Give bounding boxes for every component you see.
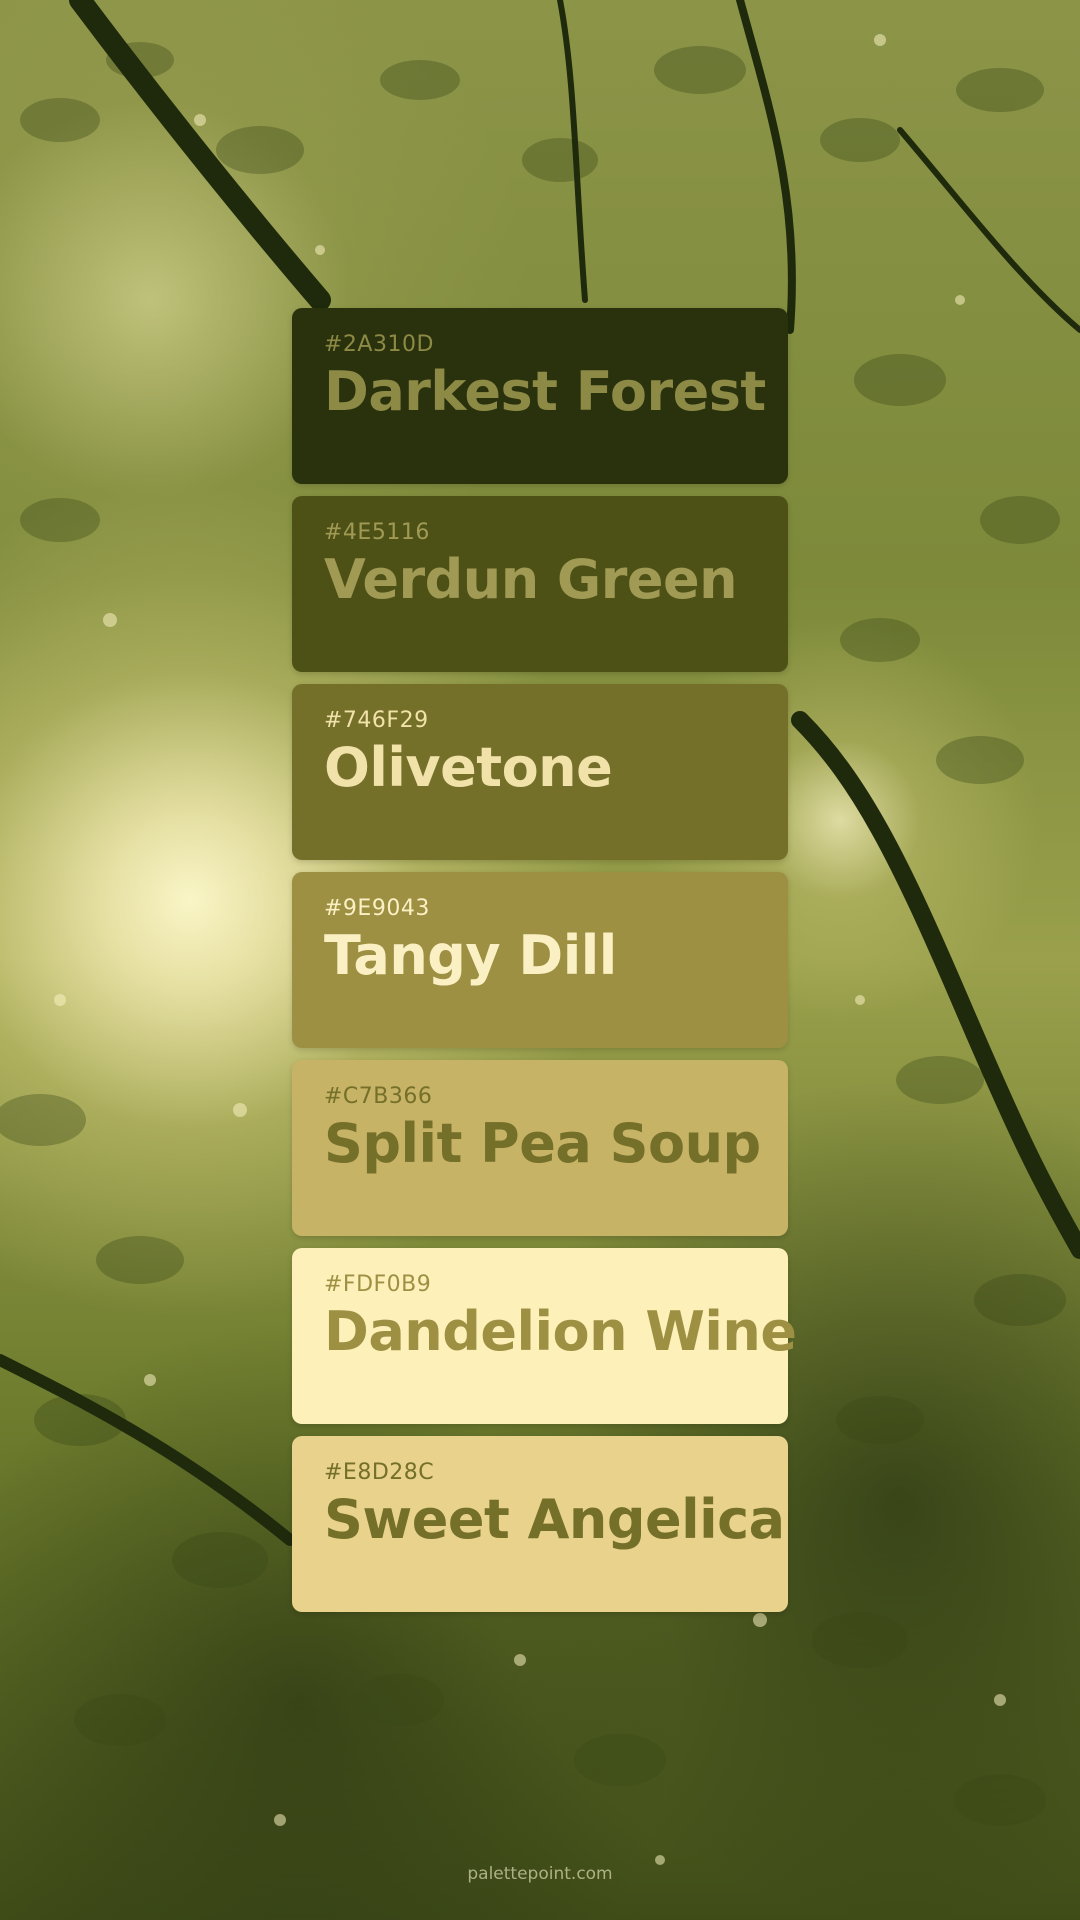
swatch-color-name: Dandelion Wine <box>324 1300 797 1363</box>
swatch-hex-code: #E8D28C <box>324 1460 435 1485</box>
swatch-darkest-forest: #2A310D Darkest Forest <box>292 308 788 484</box>
swatch-hex-code: #C7B366 <box>324 1084 433 1109</box>
palette-swatch-list: #2A310D Darkest Forest #4E5116 Verdun Gr… <box>292 308 797 1624</box>
swatch-hex-code: #9E9043 <box>324 896 430 921</box>
swatch-color-name: Split Pea Soup <box>324 1112 761 1175</box>
swatch-hex-code: #FDF0B9 <box>324 1272 432 1297</box>
swatch-color-name: Sweet Angelica <box>324 1488 785 1551</box>
swatch-color-name: Olivetone <box>324 736 613 799</box>
swatch-tangy-dill: #9E9043 Tangy Dill <box>292 872 788 1048</box>
swatch-color-name: Darkest Forest <box>324 360 766 423</box>
swatch-hex-code: #4E5116 <box>324 520 430 545</box>
swatch-color-name: Tangy Dill <box>324 924 617 987</box>
swatch-hex-code: #746F29 <box>324 708 429 733</box>
swatch-sweet-angelica: #E8D28C Sweet Angelica <box>292 1436 788 1612</box>
swatch-verdun-green: #4E5116 Verdun Green <box>292 496 788 672</box>
swatch-dandelion-wine: #FDF0B9 Dandelion Wine <box>292 1248 797 1424</box>
swatch-olivetone: #746F29 Olivetone <box>292 684 788 860</box>
swatch-color-name: Verdun Green <box>324 548 738 611</box>
swatch-split-pea-soup: #C7B366 Split Pea Soup <box>292 1060 788 1236</box>
swatch-hex-code: #2A310D <box>324 332 434 357</box>
footer-site-link[interactable]: palettepoint.com <box>0 1864 1080 1884</box>
